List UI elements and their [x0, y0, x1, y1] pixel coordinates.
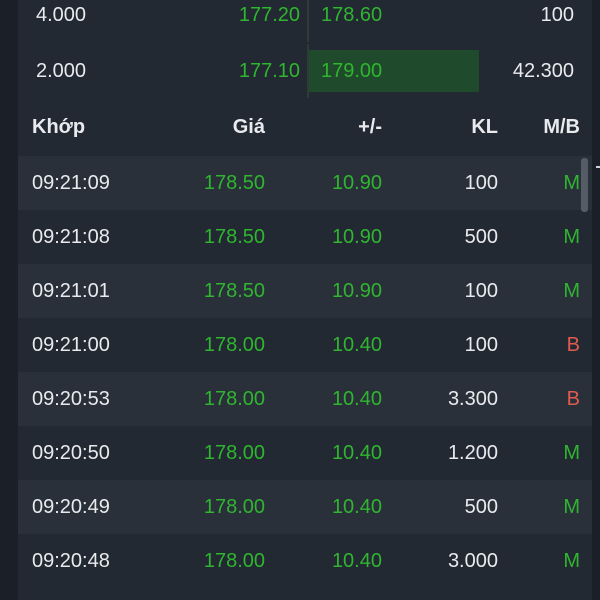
bid-volume: 2.000	[36, 60, 87, 82]
trade-row[interactable]: 09:21:01 178.50 10.90 100 M	[18, 264, 592, 318]
trade-price: 178.50	[203, 226, 265, 248]
ask-price[interactable]: 179.00	[321, 44, 382, 98]
trade-price: 178.00	[203, 496, 265, 518]
header-change: +/-	[358, 116, 382, 138]
trade-side: M	[563, 280, 580, 302]
order-panel: 4.000 177.20 178.60 100 2.000 177.10 179…	[18, 0, 592, 600]
trade-side: B	[566, 334, 580, 356]
trade-volume: 3.000	[447, 550, 498, 572]
ask-volume: 42.300	[512, 60, 574, 82]
price-divider	[307, 0, 309, 42]
trade-row[interactable]: 09:20:53 178.00 10.40 3.300 B	[18, 372, 592, 426]
trade-side: B	[566, 388, 580, 410]
trade-change: 10.40	[331, 388, 382, 410]
trade-row[interactable]: 09:21:09 178.50 10.90 100 M	[18, 156, 592, 210]
trade-row[interactable]: 09:20:48 178.00 10.40 3.000 M	[18, 534, 592, 588]
trade-change: 10.90	[331, 172, 382, 194]
ask-price[interactable]: 178.60	[321, 0, 382, 42]
trade-time: 09:21:00	[32, 334, 110, 356]
trade-volume: 1.200	[447, 442, 498, 464]
trade-row[interactable]: 09:20:50 178.00 10.40 1.200 M	[18, 426, 592, 480]
trade-side: M	[563, 496, 580, 518]
trade-change: 10.90	[331, 226, 382, 248]
trade-row[interactable]: 09:21:00 178.00 10.40 100 B	[18, 318, 592, 372]
order-book-row[interactable]: 4.000 177.20 178.60 100	[18, 0, 592, 42]
order-book-row[interactable]: 2.000 177.10 179.00 42.300	[18, 44, 592, 98]
trade-side: M	[563, 226, 580, 248]
trade-time: 09:20:53	[32, 388, 110, 410]
trade-side: M	[563, 550, 580, 572]
trade-volume: 100	[464, 280, 498, 302]
edge-marker	[596, 166, 600, 168]
trades-list[interactable]: 09:21:09 178.50 10.90 100 M 09:21:08 178…	[18, 156, 592, 588]
trade-volume: 3.300	[447, 388, 498, 410]
trade-row[interactable]: 09:20:49 178.00 10.40 500 M	[18, 480, 592, 534]
trading-widget: 4.000 177.20 178.60 100 2.000 177.10 179…	[0, 0, 600, 600]
trade-price: 178.50	[203, 172, 265, 194]
trades-scrollbar[interactable]	[581, 158, 588, 212]
bid-volume: 4.000	[36, 4, 87, 26]
ask-volume: 100	[540, 4, 574, 26]
trade-time: 09:20:48	[32, 550, 110, 572]
trades-header: Khớp Giá +/- KL M/B	[18, 100, 592, 154]
trade-change: 10.40	[331, 550, 382, 572]
header-volume: KL	[471, 116, 498, 138]
trade-time: 09:21:09	[32, 172, 110, 194]
trade-price: 178.00	[203, 442, 265, 464]
trade-time: 09:21:08	[32, 226, 110, 248]
trade-price: 178.00	[203, 388, 265, 410]
trade-change: 10.90	[331, 280, 382, 302]
trade-time: 09:21:01	[32, 280, 110, 302]
trade-volume: 500	[464, 496, 498, 518]
trade-side: M	[563, 442, 580, 464]
trade-time: 09:20:49	[32, 496, 110, 518]
bid-price[interactable]: 177.20	[239, 0, 300, 42]
trade-time: 09:20:50	[32, 442, 110, 464]
trade-volume: 100	[464, 334, 498, 356]
trade-row[interactable]: 09:21:08 178.50 10.90 500 M	[18, 210, 592, 264]
bid-price[interactable]: 177.10	[239, 44, 300, 98]
trade-change: 10.40	[331, 496, 382, 518]
trade-volume: 500	[464, 226, 498, 248]
header-price: Giá	[232, 116, 265, 138]
trade-price: 178.00	[203, 334, 265, 356]
header-match: Khớp	[32, 116, 86, 138]
trade-change: 10.40	[331, 334, 382, 356]
header-side: M/B	[543, 116, 580, 138]
trade-price: 178.50	[203, 280, 265, 302]
trade-price: 178.00	[203, 550, 265, 572]
trade-change: 10.40	[331, 442, 382, 464]
trade-volume: 100	[464, 172, 498, 194]
trade-side: M	[563, 172, 580, 194]
